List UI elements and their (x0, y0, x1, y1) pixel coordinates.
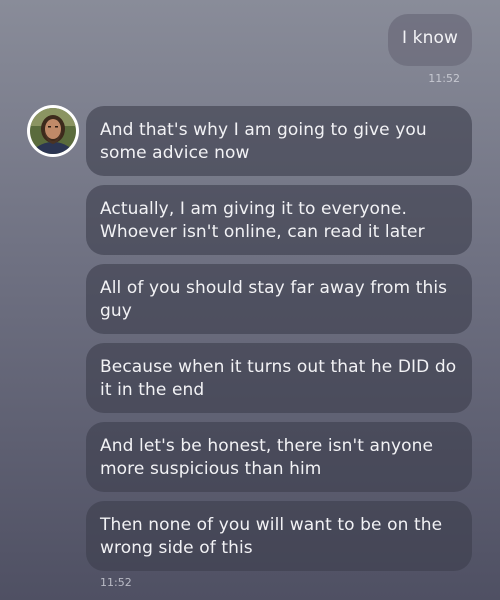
message-text: I know (402, 28, 458, 48)
message-text: And let's be honest, there isn't anyone … (100, 436, 434, 479)
chat-thread: I know 11:52 And that's why I am going t… (0, 0, 500, 600)
incoming-message-bubble[interactable]: Because when it turns out that he DID do… (86, 343, 472, 413)
message-timestamp: 11:52 (428, 72, 460, 85)
incoming-message-bubble[interactable]: Actually, I am giving it to everyone. Wh… (86, 185, 472, 255)
incoming-message-bubble[interactable]: And that's why I am going to give you so… (86, 106, 472, 176)
bearded-man-avatar-icon (30, 108, 76, 154)
message-text: Actually, I am giving it to everyone. Wh… (100, 199, 425, 242)
message-text: All of you should stay far away from thi… (100, 278, 448, 321)
incoming-message-bubble[interactable]: And let's be honest, there isn't anyone … (86, 422, 472, 492)
sender-avatar[interactable] (27, 105, 79, 157)
incoming-message-bubble[interactable]: All of you should stay far away from thi… (86, 264, 472, 334)
incoming-message-bubble[interactable]: Then none of you will want to be on the … (86, 501, 472, 571)
message-timestamp: 11:52 (100, 576, 132, 589)
outgoing-message-bubble[interactable]: I know (388, 14, 472, 66)
message-text: Then none of you will want to be on the … (100, 515, 443, 558)
message-text: Because when it turns out that he DID do… (100, 357, 457, 400)
message-text: And that's why I am going to give you so… (100, 120, 427, 163)
